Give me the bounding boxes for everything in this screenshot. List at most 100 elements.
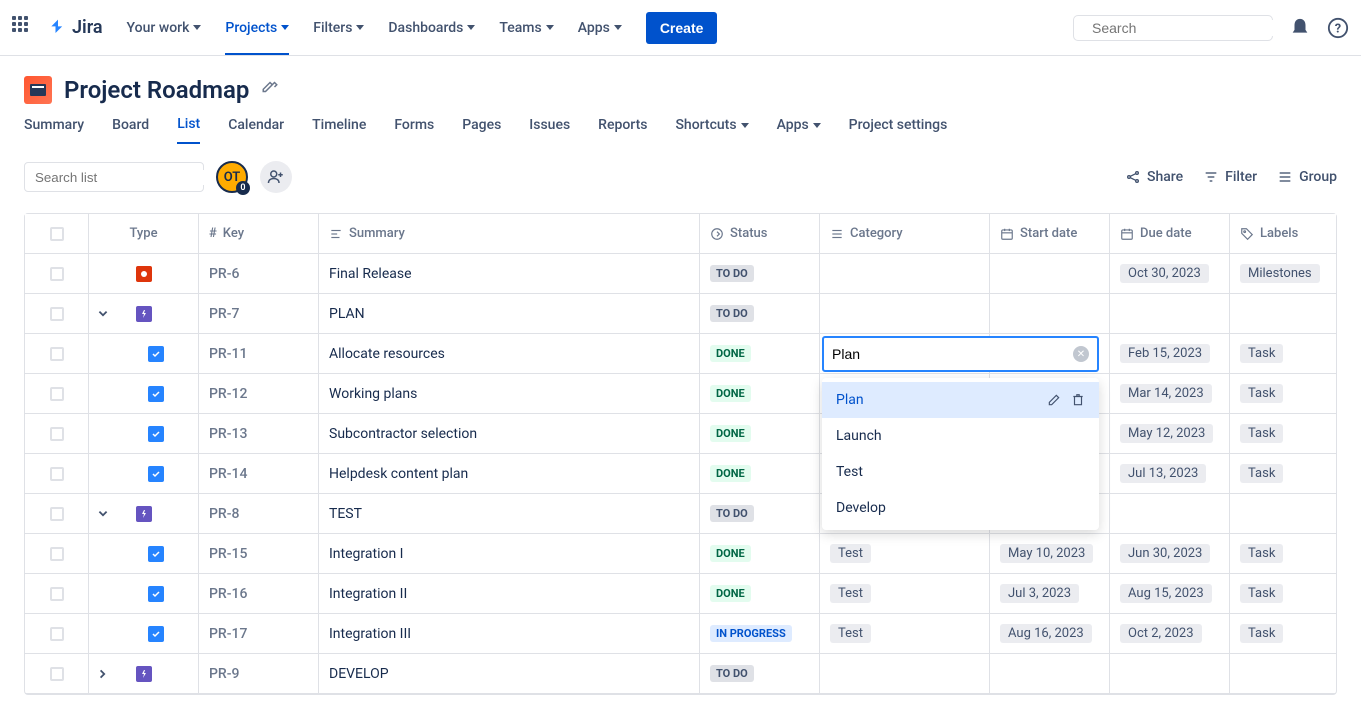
summary-cell[interactable]: Final Release bbox=[319, 254, 700, 293]
status-lozenge[interactable]: DONE bbox=[710, 425, 751, 442]
select-all-checkbox[interactable] bbox=[50, 227, 64, 241]
tab-project-settings[interactable]: Project settings bbox=[849, 116, 948, 144]
tab-forms[interactable]: Forms bbox=[394, 116, 434, 144]
notifications-icon[interactable] bbox=[1289, 17, 1311, 39]
category-editor[interactable]: ✕ bbox=[822, 336, 1099, 372]
tab-calendar[interactable]: Calendar bbox=[228, 116, 284, 144]
row-checkbox[interactable] bbox=[50, 387, 64, 401]
tab-reports[interactable]: Reports bbox=[598, 116, 647, 144]
labels-cell[interactable]: Task bbox=[1230, 614, 1336, 653]
labels-cell[interactable]: Task bbox=[1230, 374, 1336, 413]
labels-cell[interactable]: Task bbox=[1230, 534, 1336, 573]
nav-item-projects[interactable]: Projects bbox=[225, 20, 289, 55]
labels-cell[interactable]: Milestones bbox=[1230, 254, 1336, 293]
key-cell[interactable]: PR-7 bbox=[199, 294, 319, 333]
start-date-cell[interactable] bbox=[990, 254, 1110, 293]
col-summary[interactable]: Summary bbox=[319, 214, 700, 253]
due-date-cell[interactable]: May 12, 2023 bbox=[1110, 414, 1230, 453]
col-start-date[interactable]: Start date bbox=[990, 214, 1110, 253]
due-date-cell[interactable]: Mar 14, 2023 bbox=[1110, 374, 1230, 413]
col-type[interactable]: Type bbox=[89, 214, 199, 253]
edit-title-icon[interactable] bbox=[261, 81, 279, 99]
labels-cell[interactable] bbox=[1230, 294, 1336, 333]
tab-shortcuts[interactable]: Shortcuts bbox=[675, 116, 748, 144]
key-cell[interactable]: PR-9 bbox=[199, 654, 319, 693]
due-date-cell[interactable] bbox=[1110, 654, 1230, 693]
user-avatar[interactable]: OT 0 bbox=[216, 161, 248, 193]
search-list-input[interactable] bbox=[35, 170, 212, 185]
row-checkbox[interactable] bbox=[50, 267, 64, 281]
col-status[interactable]: Status bbox=[700, 214, 820, 253]
chevron-right-icon[interactable] bbox=[97, 668, 109, 680]
nav-item-your-work[interactable]: Your work bbox=[127, 20, 202, 36]
tab-pages[interactable]: Pages bbox=[462, 116, 501, 144]
row-checkbox[interactable] bbox=[50, 307, 64, 321]
labels-cell[interactable] bbox=[1230, 654, 1336, 693]
due-date-cell[interactable]: Aug 15, 2023 bbox=[1110, 574, 1230, 613]
summary-cell[interactable]: DEVELOP bbox=[319, 654, 700, 693]
category-option-launch[interactable]: Launch bbox=[822, 418, 1099, 454]
row-checkbox[interactable] bbox=[50, 587, 64, 601]
key-cell[interactable]: PR-8 bbox=[199, 494, 319, 533]
due-date-cell[interactable]: Oct 30, 2023 bbox=[1110, 254, 1230, 293]
summary-cell[interactable]: Helpdesk content plan bbox=[319, 454, 700, 493]
status-lozenge[interactable]: DONE bbox=[710, 385, 751, 402]
start-date-cell[interactable]: Jul 3, 2023 bbox=[990, 574, 1110, 613]
create-button[interactable]: Create bbox=[646, 12, 718, 44]
row-checkbox[interactable] bbox=[50, 507, 64, 521]
category-option-develop[interactable]: Develop bbox=[822, 490, 1099, 526]
tab-issues[interactable]: Issues bbox=[529, 116, 570, 144]
key-cell[interactable]: PR-11 bbox=[199, 334, 319, 373]
due-date-cell[interactable] bbox=[1110, 294, 1230, 333]
edit-icon[interactable] bbox=[1047, 393, 1061, 407]
category-cell[interactable]: Test bbox=[820, 574, 990, 613]
status-cell[interactable]: DONE bbox=[700, 374, 820, 413]
labels-cell[interactable]: Task bbox=[1230, 334, 1336, 373]
status-lozenge[interactable]: IN PROGRESS bbox=[710, 625, 792, 642]
category-cell[interactable]: Test bbox=[820, 534, 990, 573]
status-lozenge[interactable]: DONE bbox=[710, 585, 751, 602]
summary-cell[interactable]: Integration II bbox=[319, 574, 700, 613]
chevron-down-icon[interactable] bbox=[97, 308, 109, 320]
tab-summary[interactable]: Summary bbox=[24, 116, 84, 144]
jira-logo[interactable]: Jira bbox=[48, 17, 103, 38]
status-lozenge[interactable]: DONE bbox=[710, 545, 751, 562]
summary-cell[interactable]: Allocate resources bbox=[319, 334, 700, 373]
app-switcher-icon[interactable] bbox=[12, 16, 36, 40]
summary-cell[interactable]: Integration III bbox=[319, 614, 700, 653]
row-checkbox[interactable] bbox=[50, 427, 64, 441]
chevron-down-icon[interactable] bbox=[97, 508, 109, 520]
group-button[interactable]: Group bbox=[1277, 169, 1337, 185]
status-lozenge[interactable]: TO DO bbox=[710, 305, 754, 322]
col-due-date[interactable]: Due date bbox=[1110, 214, 1230, 253]
help-icon[interactable]: ? bbox=[1327, 17, 1349, 39]
add-people-button[interactable] bbox=[260, 161, 292, 193]
summary-cell[interactable]: PLAN bbox=[319, 294, 700, 333]
due-date-cell[interactable]: Jul 13, 2023 bbox=[1110, 454, 1230, 493]
status-cell[interactable]: TO DO bbox=[700, 654, 820, 693]
tab-board[interactable]: Board bbox=[112, 116, 149, 144]
due-date-cell[interactable]: Jun 30, 2023 bbox=[1110, 534, 1230, 573]
row-checkbox[interactable] bbox=[50, 627, 64, 641]
key-cell[interactable]: PR-16 bbox=[199, 574, 319, 613]
start-date-cell[interactable]: Aug 16, 2023 bbox=[990, 614, 1110, 653]
filter-button[interactable]: Filter bbox=[1203, 169, 1257, 185]
global-search-input[interactable] bbox=[1092, 20, 1273, 36]
key-cell[interactable]: PR-17 bbox=[199, 614, 319, 653]
status-cell[interactable]: TO DO bbox=[700, 494, 820, 533]
row-checkbox[interactable] bbox=[50, 347, 64, 361]
status-cell[interactable]: TO DO bbox=[700, 254, 820, 293]
row-checkbox[interactable] bbox=[50, 547, 64, 561]
labels-cell[interactable] bbox=[1230, 494, 1336, 533]
category-cell[interactable] bbox=[820, 254, 990, 293]
global-search[interactable] bbox=[1073, 15, 1273, 41]
labels-cell[interactable]: Task bbox=[1230, 574, 1336, 613]
summary-cell[interactable]: Integration I bbox=[319, 534, 700, 573]
category-cell[interactable] bbox=[820, 294, 990, 333]
status-lozenge[interactable]: DONE bbox=[710, 465, 751, 482]
status-lozenge[interactable]: TO DO bbox=[710, 665, 754, 682]
category-option-test[interactable]: Test bbox=[822, 454, 1099, 490]
nav-item-filters[interactable]: Filters bbox=[313, 20, 364, 36]
key-cell[interactable]: PR-15 bbox=[199, 534, 319, 573]
category-option-plan[interactable]: Plan bbox=[822, 382, 1099, 418]
